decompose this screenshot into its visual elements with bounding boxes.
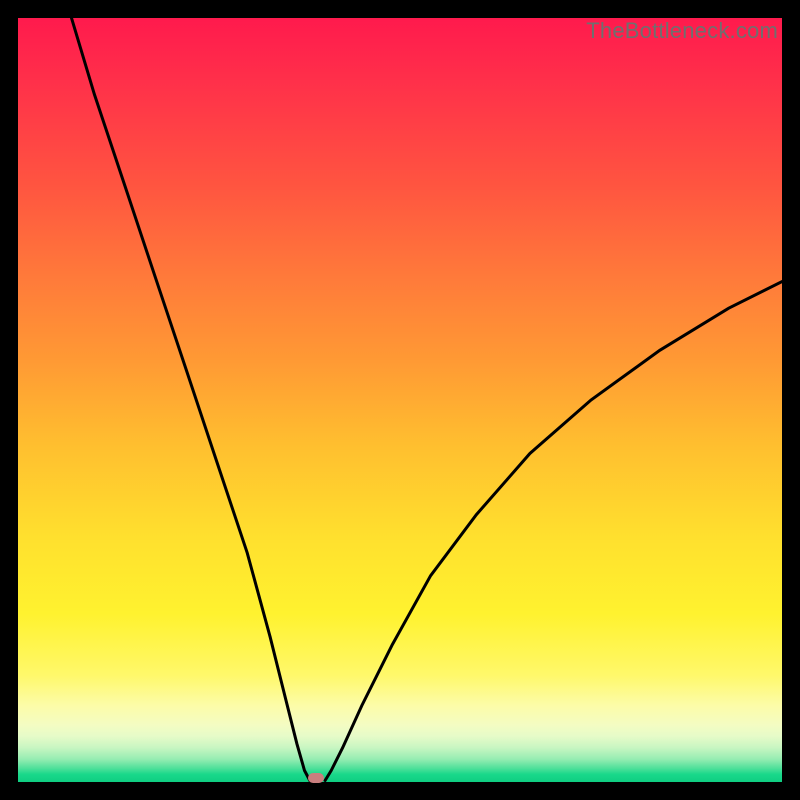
curve-right-branch bbox=[325, 282, 782, 781]
curve-left-branch bbox=[72, 18, 310, 781]
chart-frame: TheBottleneck.com bbox=[18, 18, 782, 782]
bottleneck-curve bbox=[18, 18, 782, 782]
minimum-marker-dot bbox=[308, 773, 324, 783]
